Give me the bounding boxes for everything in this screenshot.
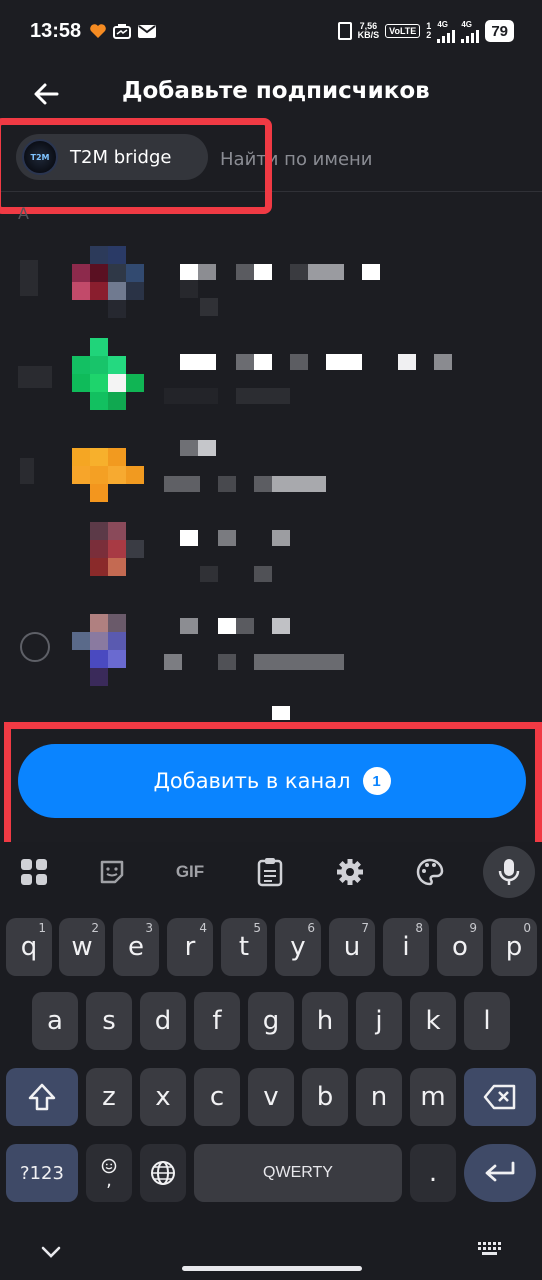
avatar (72, 522, 146, 596)
add-button-label: Добавить в канал (153, 769, 351, 793)
period-key[interactable]: . (410, 1144, 456, 1202)
heart-app-icon (89, 23, 107, 39)
microphone-button[interactable] (483, 846, 535, 898)
app-header: Добавьте подписчиков (0, 62, 542, 124)
avatar (72, 706, 146, 720)
signal-icon-2: 4G (461, 20, 480, 43)
backspace-icon (483, 1084, 516, 1110)
key-t[interactable]: t5 (221, 918, 267, 976)
status-bar: 13:58 7,56 KB/S VoLTE 1 2 4G 4G 79 (0, 0, 542, 62)
key-d[interactable]: d (140, 992, 186, 1050)
signal-icon-1: 4G (437, 20, 456, 43)
key-j[interactable]: j (356, 992, 402, 1050)
key-n[interactable]: n (356, 1068, 402, 1126)
key-m[interactable]: m (410, 1068, 456, 1126)
network-speed: 7,56 KB/S (357, 21, 380, 40)
gif-button[interactable]: GIF (166, 848, 214, 896)
chip-label: T2M bridge (70, 146, 172, 168)
arrow-left-icon (34, 83, 59, 105)
symbols-key[interactable]: ?123 (6, 1144, 78, 1202)
key-a[interactable]: a (32, 992, 78, 1050)
avatar (72, 338, 146, 412)
key-o[interactable]: o9 (437, 918, 483, 976)
key-w[interactable]: w2 (59, 918, 105, 976)
add-to-channel-button[interactable]: Добавить в канал 1 (18, 744, 526, 818)
chip-avatar: T2M (22, 139, 58, 175)
key-p[interactable]: p0 (491, 918, 537, 976)
contact-row[interactable] (0, 318, 542, 410)
key-b[interactable]: b (302, 1068, 348, 1126)
key-r[interactable]: r4 (167, 918, 213, 976)
key-f[interactable]: f (194, 992, 240, 1050)
microphone-icon (498, 859, 520, 885)
key-h[interactable]: h (302, 992, 348, 1050)
briefcase-icon (113, 23, 132, 39)
key-q[interactable]: q1 (6, 918, 52, 976)
key-c[interactable]: c (194, 1068, 240, 1126)
notification-icons (89, 23, 157, 39)
chevron-down-icon[interactable] (38, 1242, 64, 1266)
contact-row[interactable] (0, 226, 542, 318)
key-e[interactable]: e3 (113, 918, 159, 976)
key-v[interactable]: v (248, 1068, 294, 1126)
clipboard-icon[interactable] (246, 848, 294, 896)
key-l[interactable]: l (464, 992, 510, 1050)
keyboard-switch-icon[interactable] (476, 1240, 504, 1264)
globe-icon (151, 1161, 175, 1185)
key-x[interactable]: x (140, 1068, 186, 1126)
contact-checkbox[interactable] (20, 448, 50, 484)
emoji-comma-key[interactable]: , (86, 1144, 132, 1202)
key-s[interactable]: s (86, 992, 132, 1050)
key-g[interactable]: g (248, 992, 294, 1050)
key-k[interactable]: k (410, 992, 456, 1050)
shift-key[interactable] (6, 1068, 78, 1126)
avatar (72, 614, 146, 688)
selected-count-badge: 1 (362, 767, 391, 795)
enter-key[interactable] (464, 1144, 536, 1202)
key-y[interactable]: y6 (275, 918, 321, 976)
keyboard-toolbar: GIF (0, 842, 542, 902)
volte-badge: VoLTE (385, 24, 421, 38)
contact-checkbox[interactable] (20, 260, 50, 296)
backspace-key[interactable] (464, 1068, 536, 1126)
avatar (72, 430, 146, 504)
avatar (72, 246, 146, 320)
contact-row[interactable] (0, 410, 542, 502)
contact-checkbox[interactable] (20, 540, 50, 570)
contact-checkbox[interactable] (20, 632, 50, 662)
contact-row[interactable] (0, 594, 542, 686)
sticker-icon[interactable] (88, 848, 136, 896)
home-indicator[interactable] (182, 1266, 362, 1271)
settings-gear-icon[interactable] (326, 848, 374, 896)
apps-grid-icon[interactable] (10, 848, 58, 896)
contact-row[interactable] (0, 686, 542, 720)
contact-checkbox[interactable] (18, 356, 52, 388)
key-i[interactable]: i8 (383, 918, 429, 976)
status-time: 13:58 (30, 19, 82, 42)
search-input[interactable] (220, 144, 520, 174)
keyboard: GIF q1 w2 e3 r4 t5 y6 u7 i8 o9 p0 a s d … (0, 842, 542, 1280)
contact-list[interactable] (0, 226, 542, 720)
language-key[interactable] (140, 1144, 186, 1202)
contact-row[interactable] (0, 502, 542, 594)
key-u[interactable]: u7 (329, 918, 375, 976)
vibrate-icon (337, 22, 352, 40)
selected-chips-bar: T2M T2M bridge (0, 124, 542, 192)
palette-icon[interactable] (406, 848, 454, 896)
key-z[interactable]: z (86, 1068, 132, 1126)
space-key[interactable]: QWERTY (194, 1144, 402, 1202)
page-title: Добавьте подписчиков (122, 78, 430, 104)
back-button[interactable] (28, 76, 64, 112)
enter-icon (485, 1161, 515, 1182)
selected-chip-t2m-bridge[interactable]: T2M T2M bridge (16, 134, 208, 180)
battery-icon: 79 (485, 20, 514, 42)
system-indicators: 7,56 KB/S VoLTE 1 2 4G 4G 79 (337, 20, 514, 43)
section-letter: A (18, 204, 29, 223)
mail-icon (137, 23, 157, 39)
navigation-bar (0, 1226, 542, 1280)
sim-indicator: 1 2 (426, 21, 432, 40)
shift-icon (28, 1083, 56, 1111)
